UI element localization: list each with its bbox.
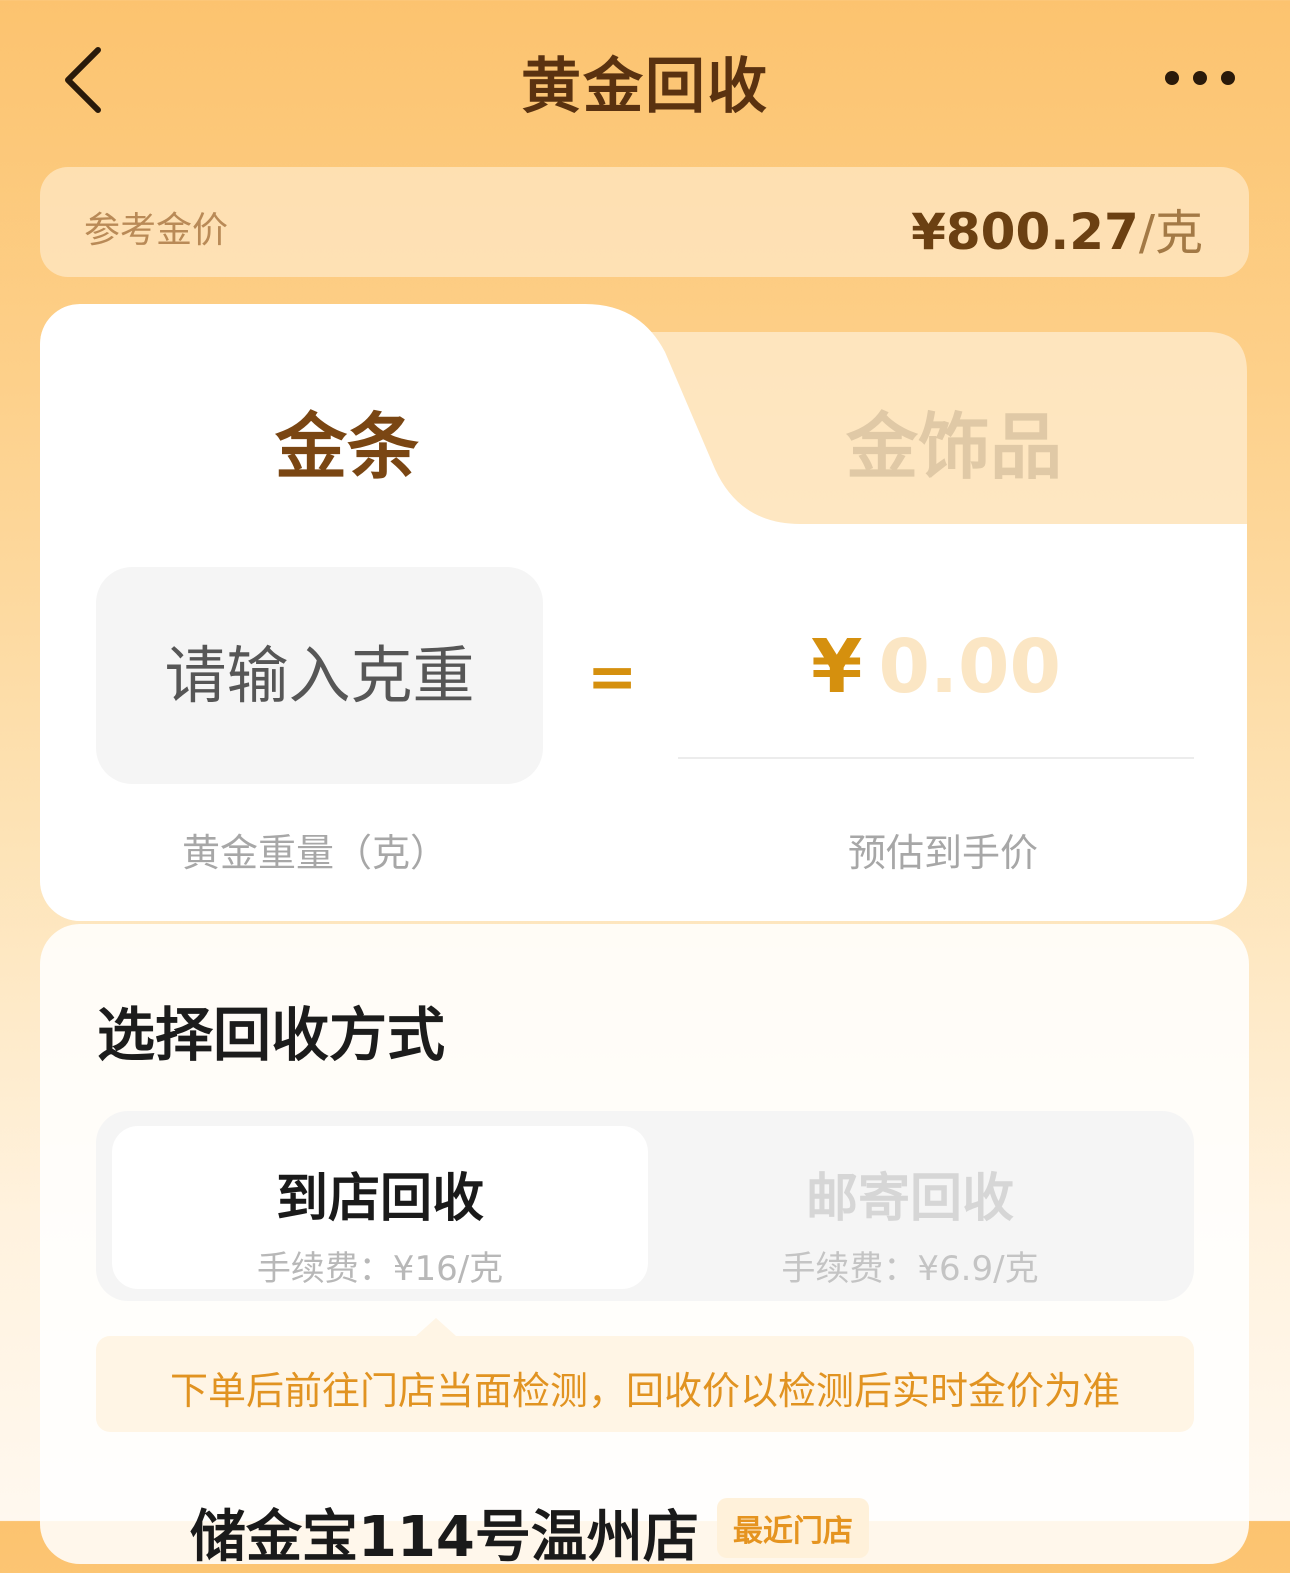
recycle-method-card: 选择回收方式 到店回收 手续费：¥16/克 邮寄回收 手续费：¥6.9/克 下单… — [40, 924, 1249, 1570]
estimated-price-display: ¥0.00 — [678, 624, 1194, 744]
method-mail-fee: 手续费：¥6.9/克 — [781, 1249, 1039, 1289]
method-in-store[interactable]: 到店回收 手续费：¥16/克 — [112, 1126, 648, 1289]
weight-label: 黄金重量（克） — [181, 831, 448, 875]
estimated-price-value: 0.00 — [878, 624, 1062, 710]
tip-arrow — [416, 1318, 456, 1336]
reference-price-unit: /克 — [1138, 205, 1203, 261]
recycle-method-selector: 到店回收 手续费：¥16/克 邮寄回收 手续费：¥6.9/克 — [96, 1111, 1194, 1301]
section-title: 选择回收方式 — [97, 1001, 446, 1069]
method-in-store-name: 到店回收 — [275, 1169, 484, 1229]
tab-gold-bar[interactable]: 金条 — [275, 388, 419, 493]
header: 黄金回收 — [0, 0, 1290, 150]
method-mail[interactable]: 邮寄回收 手续费：¥6.9/克 — [642, 1126, 1178, 1289]
more-horizontal-icon — [1165, 71, 1235, 85]
reference-price-label: 参考金价 — [84, 210, 229, 251]
tip-box: 下单后前往门店当面检测，回收价以检测后实时金价为准 — [96, 1318, 1194, 1432]
weight-input[interactable] — [96, 567, 543, 784]
method-mail-name: 邮寄回收 — [805, 1169, 1014, 1229]
page-title: 黄金回收 — [521, 52, 769, 122]
equals-sign: = — [587, 642, 638, 712]
reference-price-value: ¥800.27/克 — [911, 193, 1203, 263]
tab-gold-jewelry[interactable]: 金饰品 — [846, 388, 1062, 493]
price-underline — [678, 757, 1194, 759]
method-in-store-fee: 手续费：¥16/克 — [256, 1249, 504, 1289]
tip-text: 下单后前往门店当面检测，回收价以检测后实时金价为准 — [169, 1369, 1120, 1413]
store-name: 储金宝114号温州店 — [190, 1505, 699, 1570]
estimated-price-label: 预估到手价 — [847, 831, 1038, 875]
reference-price-amount: ¥800.27 — [911, 203, 1139, 261]
nearest-store[interactable]: 储金宝114号温州店 最近门店 — [190, 1492, 869, 1570]
calculator-card: 金条 金饰品 = ¥0.00 黄金重量（克） 预估到手价 — [40, 304, 1247, 921]
currency-symbol: ¥ — [810, 624, 863, 710]
nearest-store-badge: 最近门店 — [716, 1498, 869, 1558]
reference-price-bar: 参考金价 ¥800.27/克 — [40, 167, 1249, 277]
more-button[interactable] — [1160, 58, 1240, 98]
